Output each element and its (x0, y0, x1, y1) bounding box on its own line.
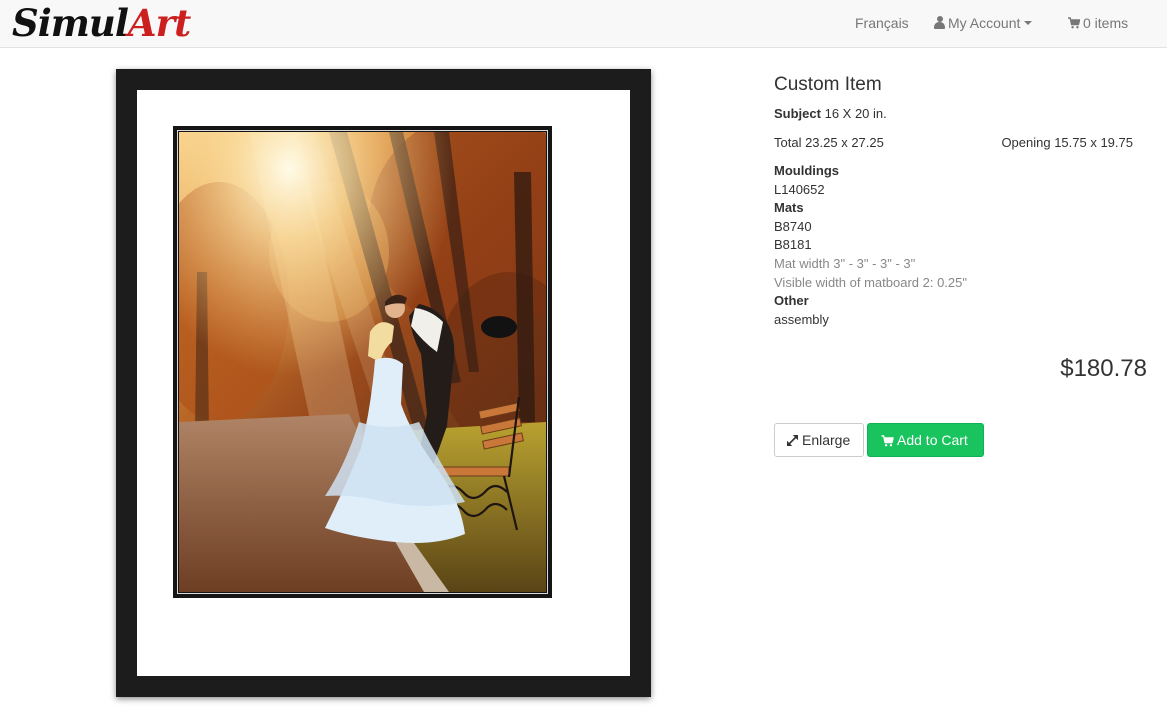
mat-code-1: B8740 (774, 219, 812, 234)
subject-label: Subject (774, 106, 821, 121)
cart-count-label: 0 items (1083, 15, 1129, 31)
my-account-label: My Account (948, 15, 1021, 31)
my-account-dropdown[interactable]: My Account (934, 15, 1033, 32)
mat-width: Mat width 3" - 3" - 3" - 3" (774, 256, 916, 271)
shopping-cart-icon (1068, 17, 1080, 29)
artwork-photo (179, 132, 546, 592)
mat-code-2: B8181 (774, 237, 812, 252)
total-size: Total 23.25 x 27.25 (774, 135, 884, 150)
top-navbar: SimulArt Français My Account 0 items (0, 0, 1167, 48)
user-icon (934, 16, 945, 29)
caret-down-icon (1024, 21, 1033, 25)
add-to-cart-label: Add to Cart (897, 432, 968, 448)
enlarge-label: Enlarge (802, 432, 851, 448)
add-to-cart-button[interactable]: Add to Cart (867, 423, 984, 457)
simulart-logo[interactable]: SimulArt (12, 1, 191, 45)
shopping-cart-icon (881, 435, 894, 447)
expand-icon (786, 434, 799, 447)
moulding-code: L140652 (774, 182, 825, 197)
visible-matboard-width: Visible width of matboard 2: 0.25" (774, 275, 967, 290)
subject-value: 16 X 20 in. (824, 106, 887, 121)
language-link[interactable]: Français (855, 15, 909, 32)
logo-text-simul: Simul (12, 1, 129, 45)
other-item: assembly (774, 312, 829, 327)
bottom-mat (173, 126, 552, 598)
frame-moulding-preview (116, 69, 651, 697)
opening-size: Opening 15.75 x 19.75 (1001, 135, 1133, 150)
product-title: Custom Item (774, 74, 882, 95)
mouldings-heading: Mouldings (774, 163, 839, 178)
mats-heading: Mats (774, 200, 804, 215)
price: $180.78 (1060, 355, 1147, 382)
logo-text-art: Art (127, 1, 191, 45)
enlarge-button[interactable]: Enlarge (774, 423, 864, 457)
other-heading: Other (774, 293, 809, 308)
cart-link[interactable]: 0 items (1068, 15, 1128, 32)
subject-row: Subject 16 X 20 in. (774, 105, 887, 122)
